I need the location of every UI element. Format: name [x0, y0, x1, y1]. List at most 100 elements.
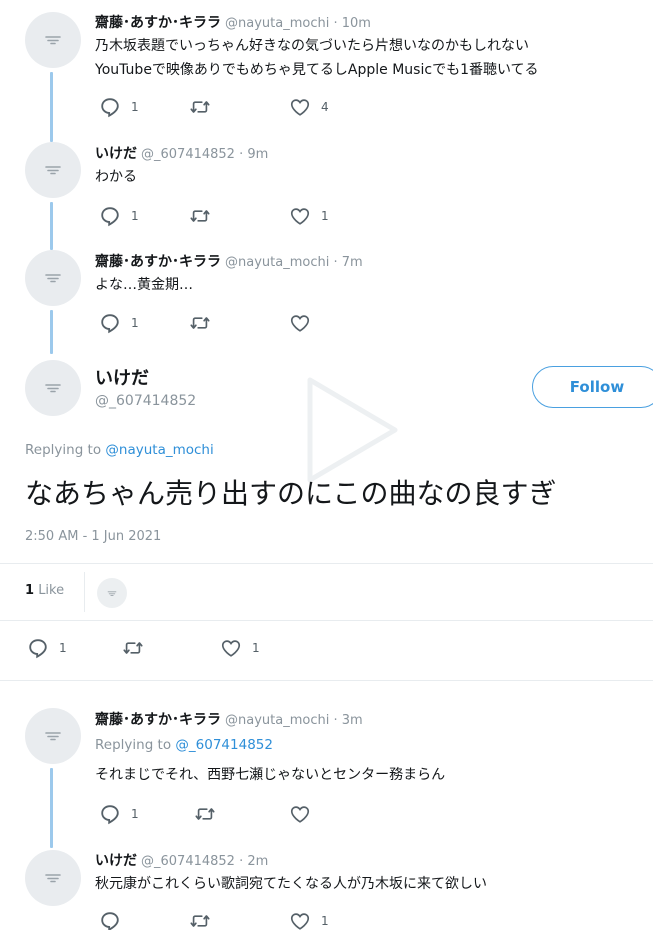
replying-to-prefix: Replying to: [25, 442, 106, 458]
like-count: 1: [321, 914, 329, 928]
tweet-time[interactable]: · 9m: [239, 147, 268, 162]
tweet-author-name[interactable]: いけだ: [95, 853, 137, 869]
tweet-text: それまじでそれ、西野七瀬じゃないとセンター務まらん: [95, 763, 445, 787]
avatar-placeholder-icon: [44, 382, 62, 394]
thread-line: [50, 72, 53, 142]
reply-count: 1: [131, 316, 139, 330]
reply-button[interactable]: 1: [99, 205, 139, 227]
like-button[interactable]: [289, 312, 321, 334]
retweet-button[interactable]: [194, 803, 216, 825]
reply-icon: [99, 910, 121, 930]
like-count: 1: [252, 641, 260, 655]
main-timestamp[interactable]: 2:50 AM - 1 Jun 2021: [25, 529, 161, 544]
reply-button[interactable]: 1: [99, 312, 139, 334]
like-button[interactable]: 1: [289, 910, 329, 930]
avatar[interactable]: [25, 142, 81, 198]
like-button[interactable]: 1: [289, 205, 329, 227]
tweet-header: 齋藤･あすか･キララ @nayuta_mochi · 3m: [95, 709, 363, 729]
replying-to: Replying to @_607414852: [95, 737, 273, 753]
tweet-time[interactable]: · 10m: [333, 16, 370, 31]
like-icon: [289, 803, 311, 825]
play-icon[interactable]: [300, 375, 400, 485]
avatar[interactable]: [25, 12, 81, 68]
tweet-author-name[interactable]: いけだ: [95, 146, 137, 162]
like-icon: [220, 637, 242, 659]
tweet-author-handle[interactable]: @nayuta_mochi: [225, 255, 329, 270]
avatar[interactable]: [25, 250, 81, 306]
liker-avatar[interactable]: [97, 578, 127, 608]
thread-line: [50, 202, 53, 250]
tweet-text-line: 秋元康がこれくらい歌詞宛てたくなる人が乃木坂に来て欲しい: [95, 876, 487, 892]
tweet-author-handle[interactable]: @nayuta_mochi: [225, 16, 329, 31]
reply-count: 1: [131, 807, 139, 821]
avatar-placeholder-icon: [44, 730, 62, 742]
retweet-button[interactable]: [122, 637, 144, 659]
reply-icon: [99, 205, 121, 227]
replying-to-prefix: Replying to: [95, 737, 176, 753]
reply-icon: [99, 312, 121, 334]
replying-to-handle[interactable]: @_607414852: [175, 737, 273, 753]
retweet-button[interactable]: [189, 910, 211, 930]
tweet-author-handle[interactable]: @_607414852: [141, 147, 235, 162]
main-author-handle[interactable]: @_607414852: [95, 393, 196, 409]
reply-button[interactable]: [99, 910, 131, 930]
retweet-icon: [189, 312, 211, 334]
reply-count: 1: [131, 209, 139, 223]
avatar-placeholder-icon: [107, 590, 117, 597]
divider: [0, 563, 653, 564]
tweet-time[interactable]: · 3m: [333, 713, 362, 728]
like-count: 1: [321, 209, 329, 223]
avatar[interactable]: [25, 850, 81, 906]
retweet-icon: [189, 96, 211, 118]
reply-button[interactable]: 1: [27, 637, 67, 659]
retweet-button[interactable]: [189, 312, 211, 334]
divider: [0, 620, 653, 621]
reply-icon: [27, 637, 49, 659]
tweet-author-handle[interactable]: @nayuta_mochi: [225, 713, 329, 728]
tweet-author-name[interactable]: 齋藤･あすか･キララ: [95, 254, 221, 270]
tweet-author-name[interactable]: 齋藤･あすか･キララ: [95, 712, 221, 728]
tweet-text: 乃木坂表題でいっちゃん好きなの気づいたら片想いなのかもしれない YouTubeで…: [95, 34, 539, 82]
likes-summary[interactable]: 1 Like: [25, 583, 64, 598]
divider: [0, 680, 653, 681]
reply-button[interactable]: 1: [99, 96, 139, 118]
retweet-icon: [189, 205, 211, 227]
like-button[interactable]: [289, 803, 321, 825]
tweet-text-line: 乃木坂表題でいっちゃん好きなの気づいたら片想いなのかもしれない: [95, 38, 529, 54]
reply-icon: [99, 96, 121, 118]
tweet-text: わかる: [95, 165, 137, 189]
avatar-placeholder-icon: [44, 872, 62, 884]
reply-icon: [99, 803, 121, 825]
tweet-text-line: よな…黄金期…: [95, 277, 193, 293]
main-tweet-text: なあちゃん売り出すのにこの曲なの良すぎ: [25, 477, 557, 510]
tweet-header: いけだ @_607414852 · 9m: [95, 143, 268, 163]
like-button[interactable]: 1: [220, 637, 260, 659]
avatar-placeholder-icon: [44, 272, 62, 284]
thread-line: [50, 768, 53, 848]
main-author-name[interactable]: いけだ: [95, 364, 149, 390]
avatar-placeholder-icon: [44, 34, 62, 46]
tweet-text-line: YouTubeで映像ありでもめちゃ見てるしApple Musicでも1番聴いてる: [95, 62, 539, 78]
reply-count: 1: [131, 100, 139, 114]
replying-to-handle[interactable]: @nayuta_mochi: [105, 442, 213, 458]
tweet-header: 齋藤･あすか･キララ @nayuta_mochi · 7m: [95, 251, 363, 271]
tweet-text-line: わかる: [95, 169, 137, 185]
like-icon: [289, 205, 311, 227]
avatar[interactable]: [25, 708, 81, 764]
tweet-author-name[interactable]: 齋藤･あすか･キララ: [95, 15, 221, 31]
like-icon: [289, 910, 311, 930]
vertical-divider: [84, 572, 85, 612]
reply-button[interactable]: 1: [99, 803, 139, 825]
like-count: 4: [321, 100, 329, 114]
tweet-time[interactable]: · 7m: [333, 255, 362, 270]
avatar[interactable]: [25, 360, 81, 416]
retweet-button[interactable]: [189, 96, 211, 118]
tweet-time[interactable]: · 2m: [239, 854, 268, 869]
retweet-button[interactable]: [189, 205, 211, 227]
tweet-header: いけだ @_607414852 · 2m: [95, 850, 268, 870]
follow-button[interactable]: Follow: [532, 366, 653, 408]
retweet-icon: [189, 910, 211, 930]
like-button[interactable]: 4: [289, 96, 329, 118]
replying-to: Replying to @nayuta_mochi: [25, 442, 214, 458]
tweet-author-handle[interactable]: @_607414852: [141, 854, 235, 869]
